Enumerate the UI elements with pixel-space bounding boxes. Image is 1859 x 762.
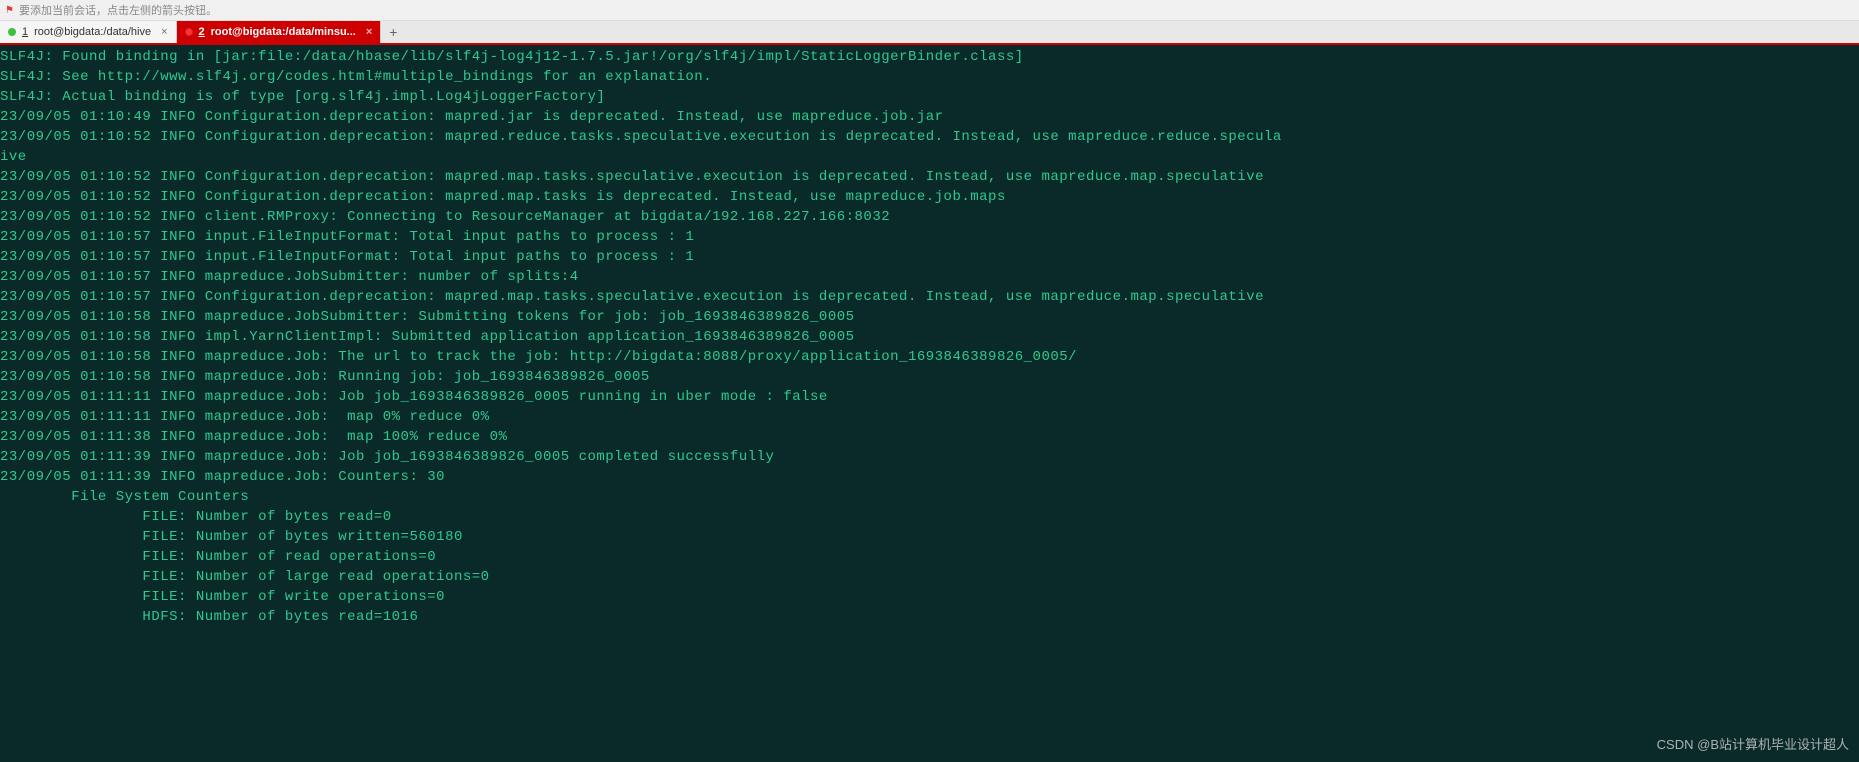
watermark: CSDN @B站计算机毕业设计超人 [1657,734,1849,753]
tab-number: 1 [22,26,28,38]
tab-label: root@bigdata:/data/minsu... [211,26,356,38]
close-icon[interactable]: × [157,26,167,38]
terminal-output[interactable]: SLF4J: Found binding in [jar:file:/data/… [0,45,1859,762]
add-tab-button[interactable]: + [381,21,405,43]
hint-text: 要添加当前会话，点击左侧的箭头按钮。 [19,2,217,18]
tab-session-1[interactable]: 1 root@bigdata:/data/hive × [0,21,177,43]
tab-number: 2 [199,26,205,38]
top-hint-bar: ⚑ 要添加当前会话，点击左侧的箭头按钮。 [0,0,1859,21]
close-icon[interactable]: × [362,26,372,38]
status-dot-icon [8,28,16,36]
status-dot-icon [185,28,193,36]
tab-session-2[interactable]: 2 root@bigdata:/data/minsu... × [177,21,382,43]
tab-bar: 1 root@bigdata:/data/hive × 2 root@bigda… [0,21,1859,45]
flag-icon: ⚑ [5,5,14,16]
tab-label: root@bigdata:/data/hive [34,26,151,38]
